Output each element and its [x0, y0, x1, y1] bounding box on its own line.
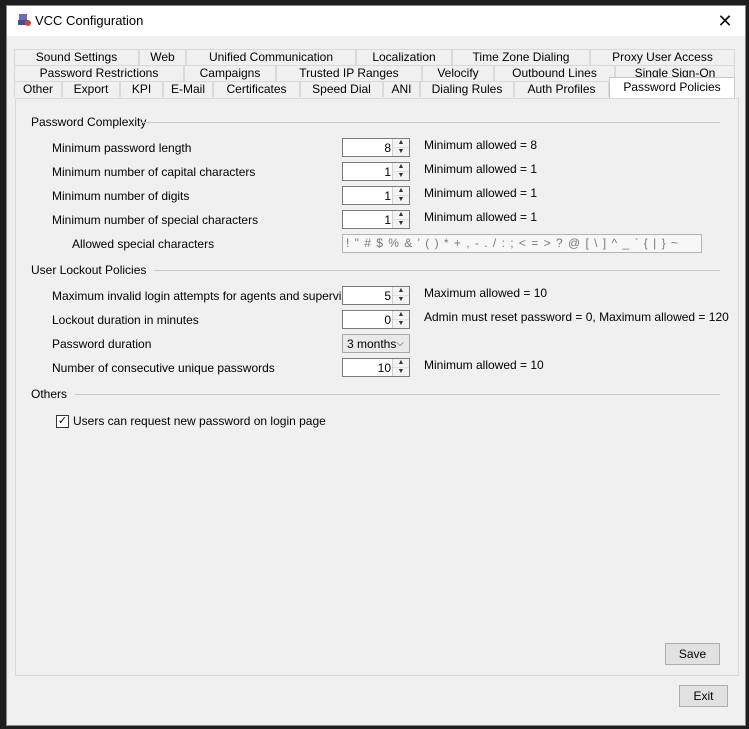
spin-up-icon[interactable]: ▲ [393, 287, 409, 296]
tab-outbound-lines[interactable]: Outbound Lines [494, 65, 615, 81]
request-password-label[interactable]: Users can request new password on login … [73, 414, 326, 428]
min-special-hint: Minimum allowed = 1 [424, 210, 538, 224]
allowed-special-label: Allowed special characters [72, 237, 215, 251]
tab-trusted-ip-ranges[interactable]: Trusted IP Ranges [276, 65, 422, 81]
tab-sound-settings[interactable]: Sound Settings [14, 49, 139, 65]
password-complexity-title: Password Complexity [31, 115, 147, 129]
tab-kpi[interactable]: KPI [120, 81, 163, 97]
max-attempts-label: Maximum invalid login attempts for agent… [52, 289, 365, 303]
min-length-label: Minimum password length [52, 141, 192, 155]
close-icon: ✕ [717, 11, 733, 31]
min-digits-value: 1 [384, 189, 391, 203]
spin-down-icon[interactable]: ▼ [393, 196, 409, 204]
tab-speed-dial[interactable]: Speed Dial [300, 81, 383, 97]
spin-down-icon[interactable]: ▼ [393, 368, 409, 376]
min-digits-hint: Minimum allowed = 1 [424, 186, 538, 200]
stepper-buttons: ▲ ▼ [392, 163, 409, 180]
lockout-duration-stepper[interactable]: 0 ▲ ▼ [342, 310, 410, 329]
min-capital-stepper[interactable]: 1 ▲ ▼ [342, 162, 410, 181]
tab-proxy-user-access[interactable]: Proxy User Access [590, 49, 735, 65]
divider [75, 394, 720, 395]
spin-down-icon[interactable]: ▼ [393, 220, 409, 228]
request-password-checkbox[interactable]: ✓ [56, 415, 69, 428]
tab-campaigns[interactable]: Campaigns [184, 65, 276, 81]
min-length-value: 8 [384, 141, 391, 155]
unique-passwords-hint: Minimum allowed = 10 [424, 358, 544, 372]
spin-up-icon[interactable]: ▲ [393, 211, 409, 220]
tab-unified-communication[interactable]: Unified Communication [186, 49, 356, 65]
max-attempts-stepper[interactable]: 5 ▲ ▼ [342, 286, 410, 305]
tab-time-zone-dialing[interactable]: Time Zone Dialing [452, 49, 590, 65]
tab-export[interactable]: Export [62, 81, 120, 97]
stepper-buttons: ▲ ▼ [392, 187, 409, 204]
tab-password-restrictions[interactable]: Password Restrictions [14, 65, 184, 81]
spin-down-icon[interactable]: ▼ [393, 296, 409, 304]
tab-ani[interactable]: ANI [383, 81, 420, 97]
stepper-buttons: ▲ ▼ [392, 211, 409, 228]
min-special-stepper[interactable]: 1 ▲ ▼ [342, 210, 410, 229]
config-window: VCC Configuration ✕ Sound Settings Web U… [6, 5, 746, 726]
min-digits-stepper[interactable]: 1 ▲ ▼ [342, 186, 410, 205]
divider [154, 270, 720, 271]
chevron-down-icon: ⌵ [396, 338, 404, 349]
unique-passwords-stepper[interactable]: 10 ▲ ▼ [342, 358, 410, 377]
checkmark-icon: ✓ [57, 415, 68, 427]
divider [139, 122, 720, 123]
lockout-duration-hint: Admin must reset password = 0, Maximum a… [424, 310, 729, 324]
lockout-duration-value: 0 [384, 313, 391, 327]
spin-up-icon[interactable]: ▲ [393, 139, 409, 148]
stepper-buttons: ▲ ▼ [392, 139, 409, 156]
min-capital-hint: Minimum allowed = 1 [424, 162, 538, 176]
min-special-value: 1 [384, 213, 391, 227]
spin-up-icon[interactable]: ▲ [393, 187, 409, 196]
password-duration-value: 3 months [347, 337, 397, 351]
tab-password-policies[interactable]: Password Policies [609, 77, 735, 99]
spin-down-icon[interactable]: ▼ [393, 172, 409, 180]
close-button[interactable]: ✕ [705, 6, 745, 36]
min-length-hint: Minimum allowed = 8 [424, 138, 538, 152]
unique-passwords-value: 10 [377, 361, 391, 375]
spin-up-icon[interactable]: ▲ [393, 359, 409, 368]
tab-web[interactable]: Web [139, 49, 186, 65]
spin-up-icon[interactable]: ▲ [393, 163, 409, 172]
min-capital-label: Minimum number of capital characters [52, 165, 256, 179]
stepper-buttons: ▲ ▼ [392, 359, 409, 376]
tab-certificates[interactable]: Certificates [213, 81, 300, 97]
password-policies-panel: Password Complexity Minimum password len… [15, 98, 739, 676]
spin-down-icon[interactable]: ▼ [393, 320, 409, 328]
min-special-label: Minimum number of special characters [52, 213, 259, 227]
tab-auth-profiles[interactable]: Auth Profiles [514, 81, 609, 97]
others-title: Others [31, 387, 68, 401]
app-icon [18, 14, 31, 26]
save-button[interactable]: Save [665, 643, 720, 665]
tab-other[interactable]: Other [14, 81, 62, 97]
allowed-special-field: ! " # $ % & ' ( ) * + , - . / : ; < = > … [342, 234, 702, 253]
title-bar: VCC Configuration ✕ [7, 6, 745, 36]
max-attempts-hint: Maximum allowed = 10 [424, 286, 548, 300]
password-duration-select[interactable]: 3 months ⌵ [342, 334, 410, 353]
min-digits-label: Minimum number of digits [52, 189, 190, 203]
unique-passwords-label: Number of consecutive unique passwords [52, 361, 275, 375]
tab-e-mail[interactable]: E-Mail [163, 81, 213, 97]
max-attempts-value: 5 [384, 289, 391, 303]
stepper-buttons: ▲ ▼ [392, 287, 409, 304]
tab-localization[interactable]: Localization [356, 49, 452, 65]
min-length-stepper[interactable]: 8 ▲ ▼ [342, 138, 410, 157]
spin-down-icon[interactable]: ▼ [393, 148, 409, 156]
spin-up-icon[interactable]: ▲ [393, 311, 409, 320]
lockout-duration-label: Lockout duration in minutes [52, 313, 199, 327]
tab-dialing-rules[interactable]: Dialing Rules [420, 81, 514, 97]
exit-button[interactable]: Exit [679, 685, 728, 707]
stepper-buttons: ▲ ▼ [392, 311, 409, 328]
window-title: VCC Configuration [35, 13, 144, 28]
user-lockout-title: User Lockout Policies [31, 263, 147, 277]
password-duration-label: Password duration [52, 337, 152, 351]
tab-velocify[interactable]: Velocify [422, 65, 494, 81]
min-capital-value: 1 [384, 165, 391, 179]
